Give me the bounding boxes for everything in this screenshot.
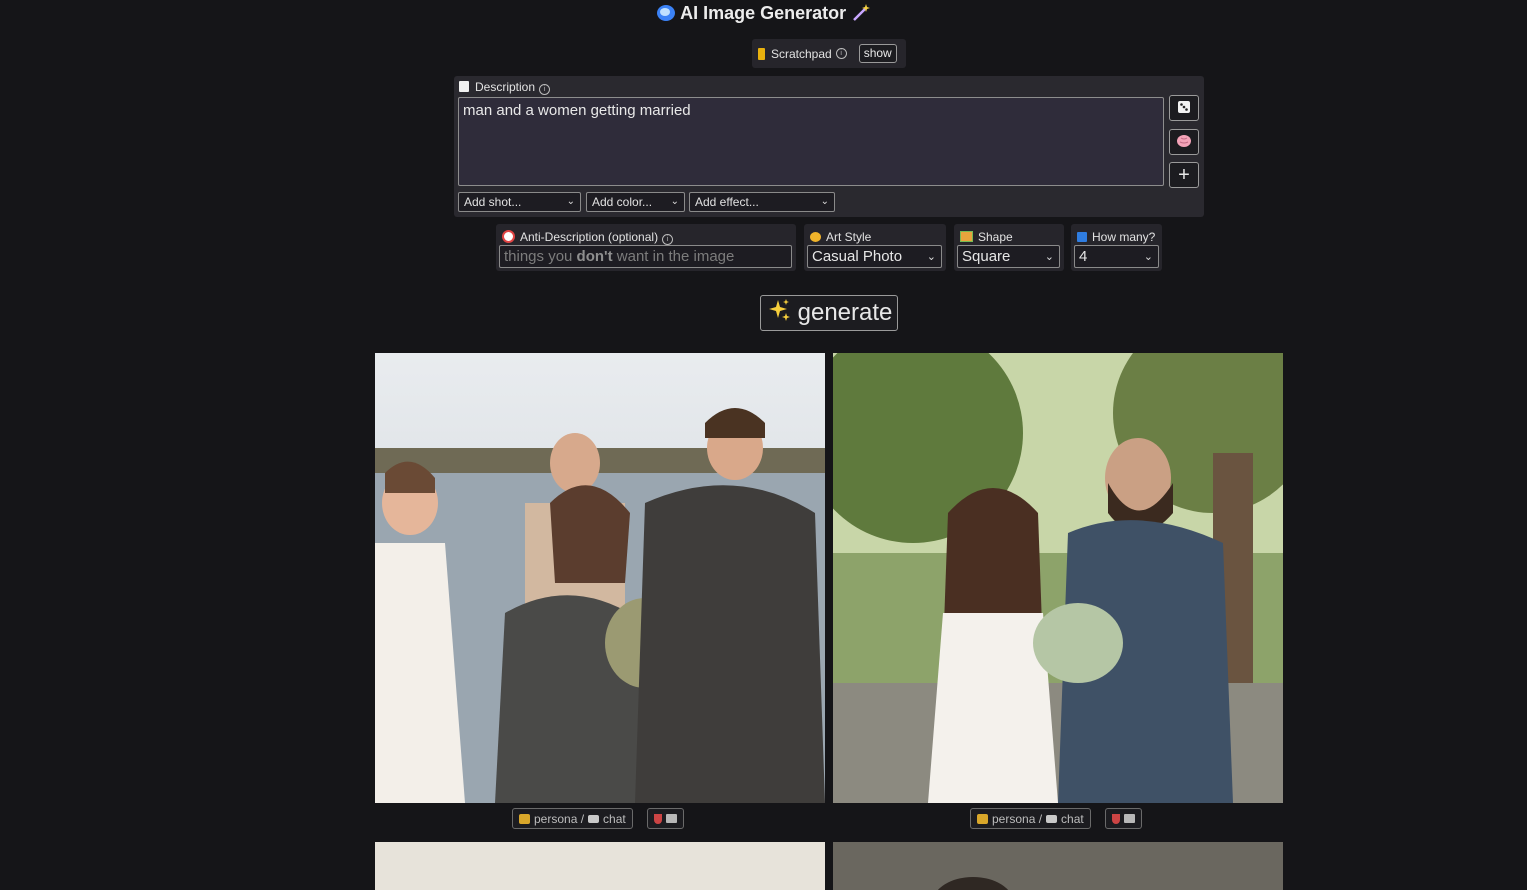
add-effect-value: Add effect... [695,195,759,209]
art-style-select[interactable]: Casual Photo ⌄ [807,245,942,268]
page-title-text: AI Image Generator [680,3,847,23]
dice-icon [1177,100,1191,117]
info-icon[interactable]: i [662,234,674,245]
description-panel: Description i man and a women getting mar… [454,76,1204,217]
shape-value: Square [962,248,1011,265]
chevron-down-icon: ⌄ [566,196,575,207]
sparkles-icon [766,297,792,330]
palette-icon [810,232,821,242]
art-style-header: Art Style [810,230,871,244]
chevron-down-icon: ⌄ [926,251,936,263]
chevron-down-icon: ⌄ [670,196,679,207]
notebook-icon [758,47,765,60]
description-header: Description i [459,80,551,95]
speech-bubble-icon [588,814,600,823]
add-shot-value: Add shot... [464,195,522,209]
generate-button[interactable]: generate [760,295,898,331]
persona-chat-button-2[interactable]: persona / chat [970,808,1091,829]
persona-label: persona / [992,811,1043,826]
shape-header: Shape [960,230,1013,244]
random-dice-button[interactable] [1169,95,1199,121]
chevron-down-icon: ⌄ [1143,251,1153,263]
shape-label: Shape [978,230,1013,244]
result-image-3[interactable] [375,842,825,890]
info-icon[interactable]: i [835,48,847,59]
description-label: Description [475,80,536,94]
anti-description-box: Anti-Description (optional) i things you … [496,224,796,271]
magic-wand-icon [851,2,871,27]
image-actions-button-1[interactable] [647,808,684,829]
how-many-box: How many? 4 ⌄ [1071,224,1162,271]
add-button[interactable]: + [1169,162,1199,188]
image-actions-button-2[interactable] [1105,808,1142,829]
brain-button[interactable] [1169,129,1199,155]
how-many-value: 4 [1079,248,1088,265]
picture-icon [960,231,973,242]
scratchpad-label: Scratchpad [771,46,832,61]
add-color-select[interactable]: Add color... ⌄ [586,192,685,212]
memo-icon [459,81,469,92]
chevron-down-icon: ⌄ [1044,251,1054,263]
folder-icon [1124,814,1135,823]
art-style-label: Art Style [826,230,872,244]
how-many-select[interactable]: 4 ⌄ [1074,245,1159,268]
folder-icon [666,814,677,823]
chevron-down-icon: ⌄ [820,196,829,207]
anti-description-placeholder: things you don't want in the image [504,248,735,265]
chat-label: chat [1061,811,1084,826]
masks-icon [519,813,530,824]
how-many-label: How many? [1092,230,1156,244]
add-shot-select[interactable]: Add shot... ⌄ [458,192,581,212]
scratchpad-show-button[interactable]: show [858,44,897,63]
result-image-2[interactable] [833,353,1283,803]
blue-gem-icon [656,4,676,27]
anti-description-header: Anti-Description (optional) i [502,230,674,245]
masks-icon [977,813,988,824]
numbers-icon [1077,232,1087,242]
add-color-value: Add color... [592,195,653,209]
shield-icon [1112,813,1120,824]
persona-label: persona / [534,811,585,826]
chat-label: chat [603,811,626,826]
anti-description-label: Anti-Description (optional) [520,230,659,244]
plus-icon: + [1178,164,1190,186]
scratchpad-bar: Scratchpad i show [752,39,906,68]
speech-bubble-icon [1046,814,1058,823]
page-title: AI Image Generator [0,2,1527,24]
info-icon[interactable]: i [539,84,551,95]
brain-icon [1176,134,1192,151]
art-style-value: Casual Photo [812,248,903,265]
persona-chat-button-1[interactable]: persona / chat [512,808,633,829]
how-many-header: How many? [1077,230,1155,244]
description-input[interactable]: man and a women getting married [458,97,1164,186]
shape-select[interactable]: Square ⌄ [957,245,1060,268]
art-style-box: Art Style Casual Photo ⌄ [804,224,946,271]
shape-box: Shape Square ⌄ [954,224,1064,271]
shield-icon [654,813,662,824]
anti-description-input[interactable]: things you don't want in the image [499,245,792,268]
add-effect-select[interactable]: Add effect... ⌄ [689,192,835,212]
result-image-1[interactable] [375,353,825,803]
generate-label: generate [797,299,893,326]
result-image-4[interactable] [833,842,1283,890]
prohibited-icon [502,230,515,243]
